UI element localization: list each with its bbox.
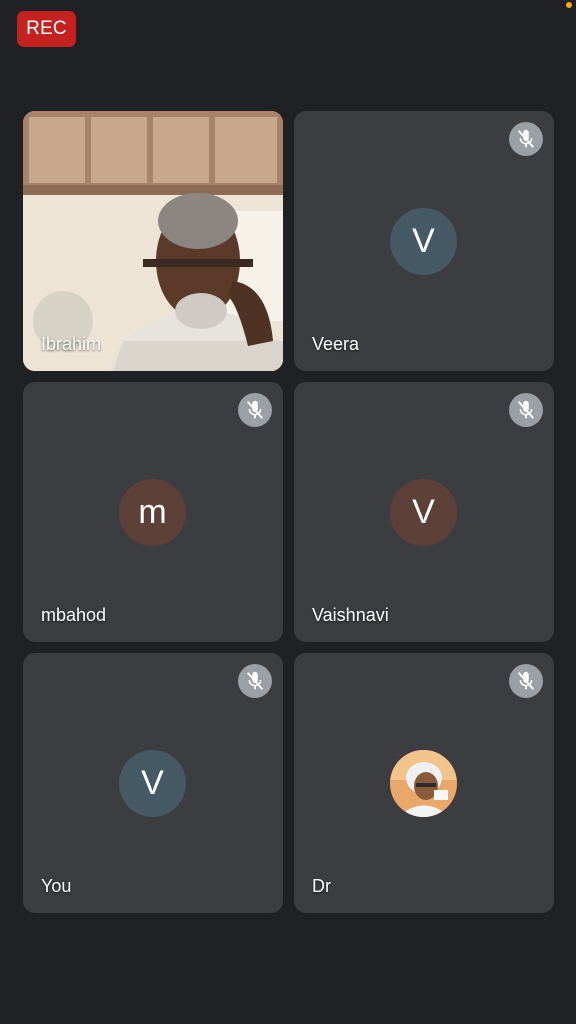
participant-tile-veera[interactable]: V Veera [294,111,554,371]
avatar-initial: V [412,493,435,531]
participant-tile-ibrahim[interactable]: Ibrahim [23,111,283,371]
mic-off-icon [238,664,272,698]
participant-name: Veera [312,334,360,354]
participant-tile-you[interactable]: V You [23,653,283,913]
mic-off-icon [509,393,543,427]
profile-photo-avatar [390,750,457,817]
mic-off-icon [509,664,543,698]
avatar-initial: V [141,764,164,802]
participant-name: You [41,876,72,896]
participant-name: mbahod [41,605,107,625]
mic-off-icon [238,393,272,427]
avatar: V [390,479,457,546]
participant-name: Ibrahim [41,334,102,354]
mic-off-icon [509,122,543,156]
participant-name: Vaishnavi [312,605,389,625]
avatar-initial: m [138,493,167,531]
avatar: V [390,208,457,275]
status-indicator-dot [566,2,572,8]
participant-tile-vaishnavi[interactable]: V Vaishnavi [294,382,554,642]
avatar: m [119,479,186,546]
avatar: V [119,750,186,817]
participant-name: Dr [312,876,331,896]
video-feed [23,111,283,371]
recording-label: REC [26,18,67,39]
participant-tile-mbahod[interactable]: m mbahod [23,382,283,642]
recording-badge: REC [17,11,76,47]
participant-tile-dr[interactable]: Dr [294,653,554,913]
avatar-initial: V [412,222,435,260]
